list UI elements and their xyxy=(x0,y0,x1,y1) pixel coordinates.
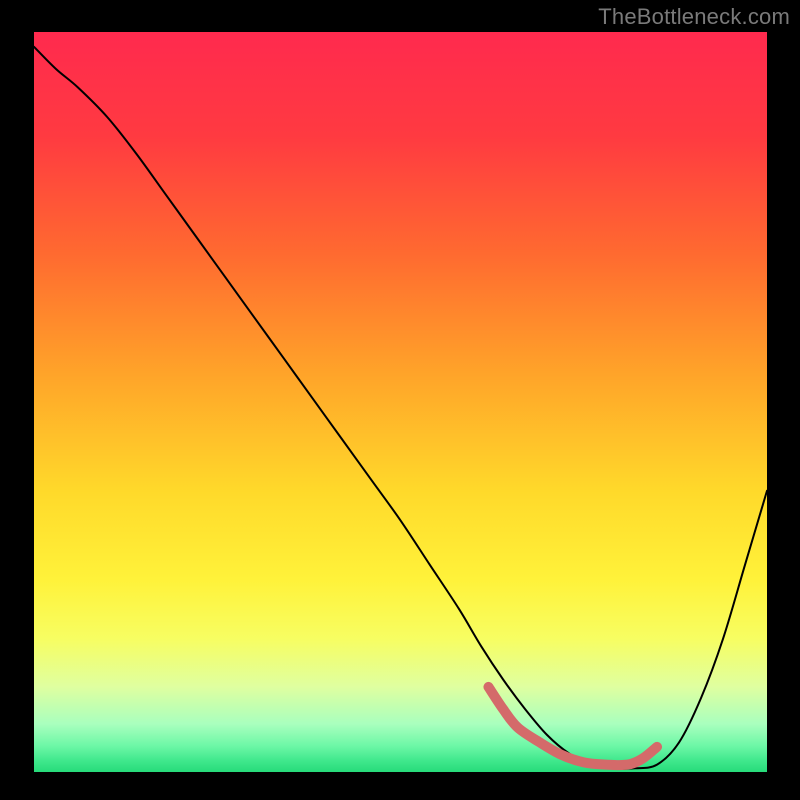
watermark-text: TheBottleneck.com xyxy=(598,4,790,30)
curve-layer xyxy=(34,32,767,772)
plot-area xyxy=(34,32,767,772)
series-optimal-band xyxy=(488,687,657,765)
chart-frame: TheBottleneck.com xyxy=(0,0,800,800)
series-bottleneck-curve xyxy=(34,47,767,769)
